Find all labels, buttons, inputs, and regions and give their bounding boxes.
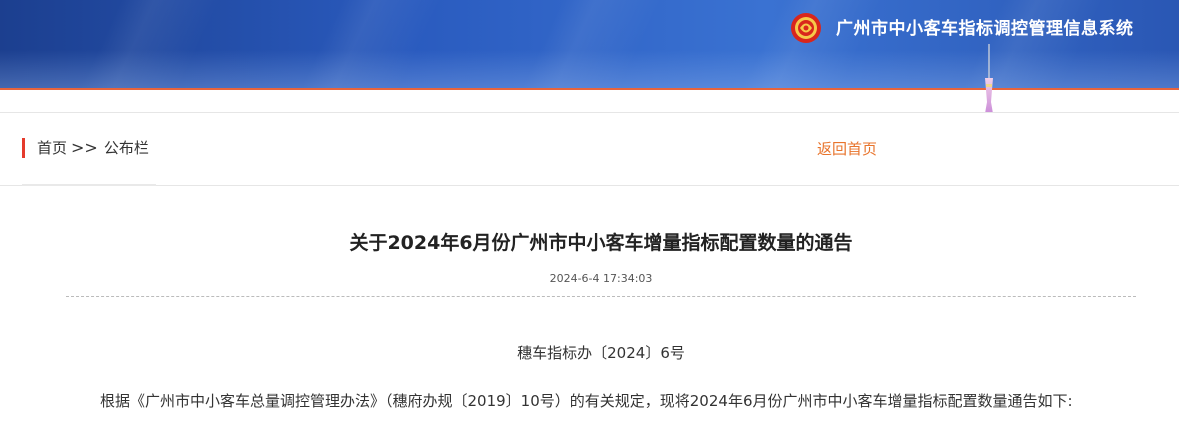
article-paragraph: 根据《广州市中小客车总量调控管理办法》（穗府办规〔2019〕10号）的有关规定，… — [100, 392, 1073, 410]
article-title: 关于2024年6月份广州市中小客车增量指标配置数量的通告 — [349, 232, 853, 254]
breadcrumb-marker — [22, 138, 25, 158]
breadcrumb-underline — [22, 184, 156, 186]
breadcrumb-current[interactable]: 公布栏 — [104, 139, 149, 157]
breadcrumb-separator: >> — [71, 138, 98, 157]
system-title: 广州市中小客车指标调控管理信息系统 — [836, 19, 1134, 39]
breadcrumb-home-link[interactable]: 首页 — [37, 139, 67, 157]
document-number: 穗车指标办〔2024〕6号 — [517, 344, 685, 362]
site-header: 广州市中小客车指标调控管理信息系统 — [0, 0, 1179, 90]
header-divider — [0, 88, 1179, 90]
header-haze — [0, 50, 1179, 90]
article-date: 2024-6-4 17:34:03 — [549, 272, 653, 285]
breadcrumb-bar — [0, 112, 1179, 186]
article-divider — [66, 296, 1136, 297]
guangzhou-emblem-icon — [791, 13, 821, 43]
breadcrumb: 首页 >> 公布栏 — [37, 138, 149, 158]
back-home-link[interactable]: 返回首页 — [817, 139, 877, 159]
